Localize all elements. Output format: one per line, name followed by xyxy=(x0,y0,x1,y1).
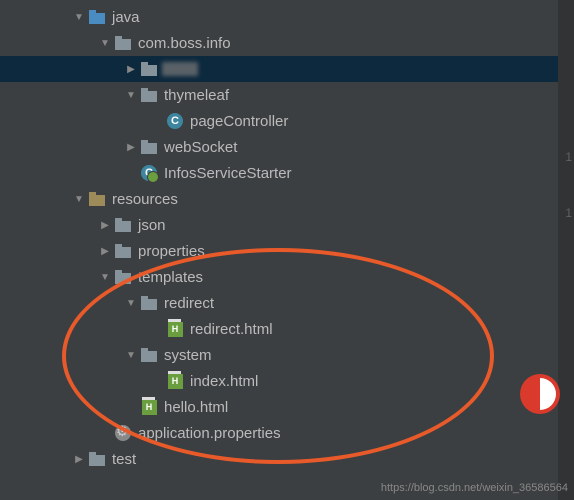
watermark-logo-icon xyxy=(518,372,562,416)
chevron-down-icon[interactable] xyxy=(124,90,138,101)
folder-icon xyxy=(114,242,132,260)
chevron-right-icon[interactable] xyxy=(98,220,112,231)
package-icon xyxy=(140,60,158,78)
tree-item-json[interactable]: json xyxy=(0,212,574,238)
class-runnable-icon: C xyxy=(140,164,158,182)
chevron-right-icon[interactable] xyxy=(124,142,138,153)
chevron-down-icon[interactable] xyxy=(72,12,86,23)
folder-icon xyxy=(140,346,158,364)
tree-label: application.properties xyxy=(138,425,281,442)
tree-label: com.boss.info xyxy=(138,35,231,52)
tree-item-selected[interactable] xyxy=(0,56,574,82)
tree-label: json xyxy=(138,217,166,234)
tree-label: thymeleaf xyxy=(164,87,229,104)
tree-item-thymeleaf[interactable]: thymeleaf xyxy=(0,82,574,108)
project-tree[interactable]: java com.boss.info thymeleaf C pageContr… xyxy=(0,0,574,472)
tree-label: redirect.html xyxy=(190,321,273,338)
tree-item-hello-html[interactable]: H hello.html xyxy=(0,394,574,420)
tree-item-properties[interactable]: properties xyxy=(0,238,574,264)
blurred-label xyxy=(162,62,198,76)
tree-item-starter[interactable]: C InfosServiceStarter xyxy=(0,160,574,186)
tree-item-index-html[interactable]: H index.html xyxy=(0,368,574,394)
tree-label: system xyxy=(164,347,212,364)
tree-item-app-props[interactable]: application.properties xyxy=(0,420,574,446)
tree-label: pageController xyxy=(190,113,288,130)
html-file-icon: H xyxy=(166,372,184,390)
watermark-url: https://blog.csdn.net/weixin_36586564 xyxy=(381,482,568,494)
tree-label: properties xyxy=(138,243,205,260)
package-icon xyxy=(114,34,132,52)
tree-label: index.html xyxy=(190,373,258,390)
chevron-down-icon[interactable] xyxy=(98,272,112,283)
chevron-down-icon[interactable] xyxy=(98,38,112,49)
tree-label: test xyxy=(112,451,136,468)
folder-icon xyxy=(114,268,132,286)
folder-icon xyxy=(140,294,158,312)
folder-icon xyxy=(88,450,106,468)
chevron-right-icon[interactable] xyxy=(72,454,86,465)
chevron-right-icon[interactable] xyxy=(98,246,112,257)
tree-item-system[interactable]: system xyxy=(0,342,574,368)
gutter xyxy=(558,0,574,500)
tree-label: hello.html xyxy=(164,399,228,416)
chevron-down-icon[interactable] xyxy=(124,350,138,361)
tree-item-package[interactable]: com.boss.info xyxy=(0,30,574,56)
tree-item-test[interactable]: test xyxy=(0,446,574,472)
tree-item-websocket[interactable]: webSocket xyxy=(0,134,574,160)
tree-item-redirect[interactable]: redirect xyxy=(0,290,574,316)
html-file-icon: H xyxy=(140,398,158,416)
tree-item-templates[interactable]: templates xyxy=(0,264,574,290)
html-file-icon: H xyxy=(166,320,184,338)
tree-label: redirect xyxy=(164,295,214,312)
folder-icon xyxy=(88,8,106,26)
package-icon xyxy=(140,138,158,156)
tree-label: webSocket xyxy=(164,139,237,156)
tree-label: InfosServiceStarter xyxy=(164,165,292,182)
class-icon: C xyxy=(166,112,184,130)
tree-item-redirect-html[interactable]: H redirect.html xyxy=(0,316,574,342)
tree-label: templates xyxy=(138,269,203,286)
tree-item-java[interactable]: java xyxy=(0,4,574,30)
folder-icon xyxy=(114,216,132,234)
line-marker: 1 1 xyxy=(565,150,572,220)
package-icon xyxy=(140,86,158,104)
tree-item-pagecontroller[interactable]: C pageController xyxy=(0,108,574,134)
tree-label: resources xyxy=(112,191,178,208)
chevron-right-icon[interactable] xyxy=(124,64,138,75)
tree-label: java xyxy=(112,9,140,26)
chevron-down-icon[interactable] xyxy=(124,298,138,309)
chevron-down-icon[interactable] xyxy=(72,194,86,205)
properties-file-icon xyxy=(114,424,132,442)
resources-folder-icon xyxy=(88,190,106,208)
tree-item-resources[interactable]: resources xyxy=(0,186,574,212)
